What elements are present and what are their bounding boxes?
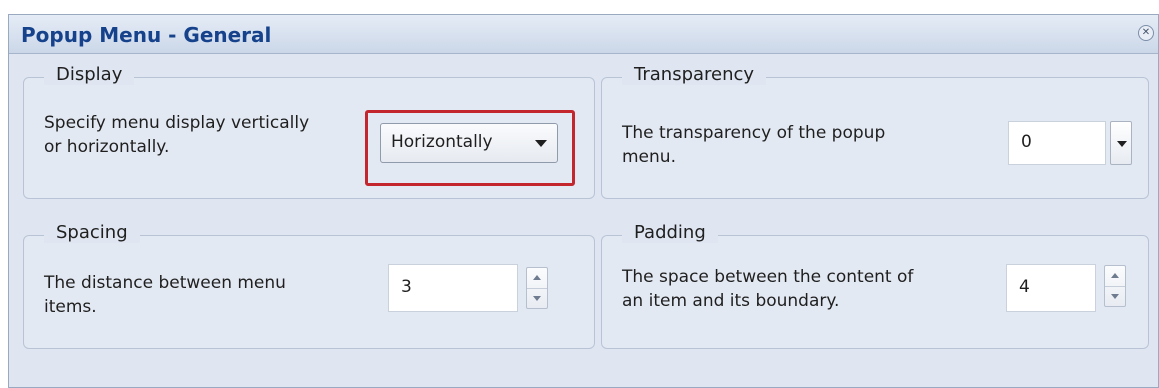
padding-group: Padding The space between the content of…: [601, 222, 1149, 349]
transparency-input[interactable]: 0: [1008, 121, 1106, 165]
arrow-up-icon: [533, 275, 541, 280]
display-description-line1: Specify menu display vertically: [44, 113, 310, 133]
spacing-group-label: Spacing: [44, 222, 140, 243]
transparency-group-label: Transparency: [622, 64, 767, 85]
padding-value: 4: [1019, 277, 1030, 297]
panel-title: Popup Menu - General: [21, 23, 272, 47]
spacing-decrement-button[interactable]: [527, 288, 547, 308]
spacing-value: 3: [401, 277, 412, 297]
display-group: Display Specify menu display vertically …: [23, 64, 595, 199]
display-description-line2: or horizontally.: [44, 137, 170, 157]
close-icon[interactable]: ✕: [1138, 25, 1154, 41]
panel-titlebar: Popup Menu - General ✕: [9, 15, 1158, 54]
spacing-increment-button[interactable]: [527, 268, 547, 289]
transparency-group: Transparency The transparency of the pop…: [601, 64, 1149, 199]
display-orientation-selected: Horizontally: [391, 132, 493, 152]
spacing-spinner[interactable]: [526, 267, 548, 309]
transparency-dropdown-button[interactable]: [1110, 121, 1132, 165]
spacing-group: Spacing The distance between menu items.…: [23, 222, 595, 349]
display-orientation-dropdown[interactable]: Horizontally: [380, 123, 558, 163]
padding-spinner[interactable]: [1104, 265, 1126, 307]
chevron-down-icon: [1117, 141, 1127, 147]
padding-increment-button[interactable]: [1105, 266, 1125, 287]
arrow-up-icon: [1111, 273, 1119, 278]
transparency-value: 0: [1021, 132, 1032, 152]
spacing-description-line2: items.: [44, 297, 97, 317]
popup-menu-general-panel: Popup Menu - General ✕ Display Specify m…: [8, 14, 1159, 388]
spacing-description-line1: The distance between menu: [44, 273, 286, 293]
padding-input[interactable]: 4: [1006, 264, 1096, 312]
transparency-description-line2: menu.: [622, 147, 676, 167]
padding-group-label: Padding: [622, 222, 718, 243]
padding-description-line2: an item and its boundary.: [622, 291, 840, 311]
padding-description-line1: The space between the content of: [622, 267, 914, 287]
display-group-label: Display: [44, 64, 135, 85]
arrow-down-icon: [1111, 294, 1119, 299]
arrow-down-icon: [533, 296, 541, 301]
chevron-down-icon: [535, 140, 547, 147]
spacing-input[interactable]: 3: [388, 264, 518, 312]
padding-decrement-button[interactable]: [1105, 286, 1125, 306]
transparency-description-line1: The transparency of the popup: [622, 123, 886, 143]
